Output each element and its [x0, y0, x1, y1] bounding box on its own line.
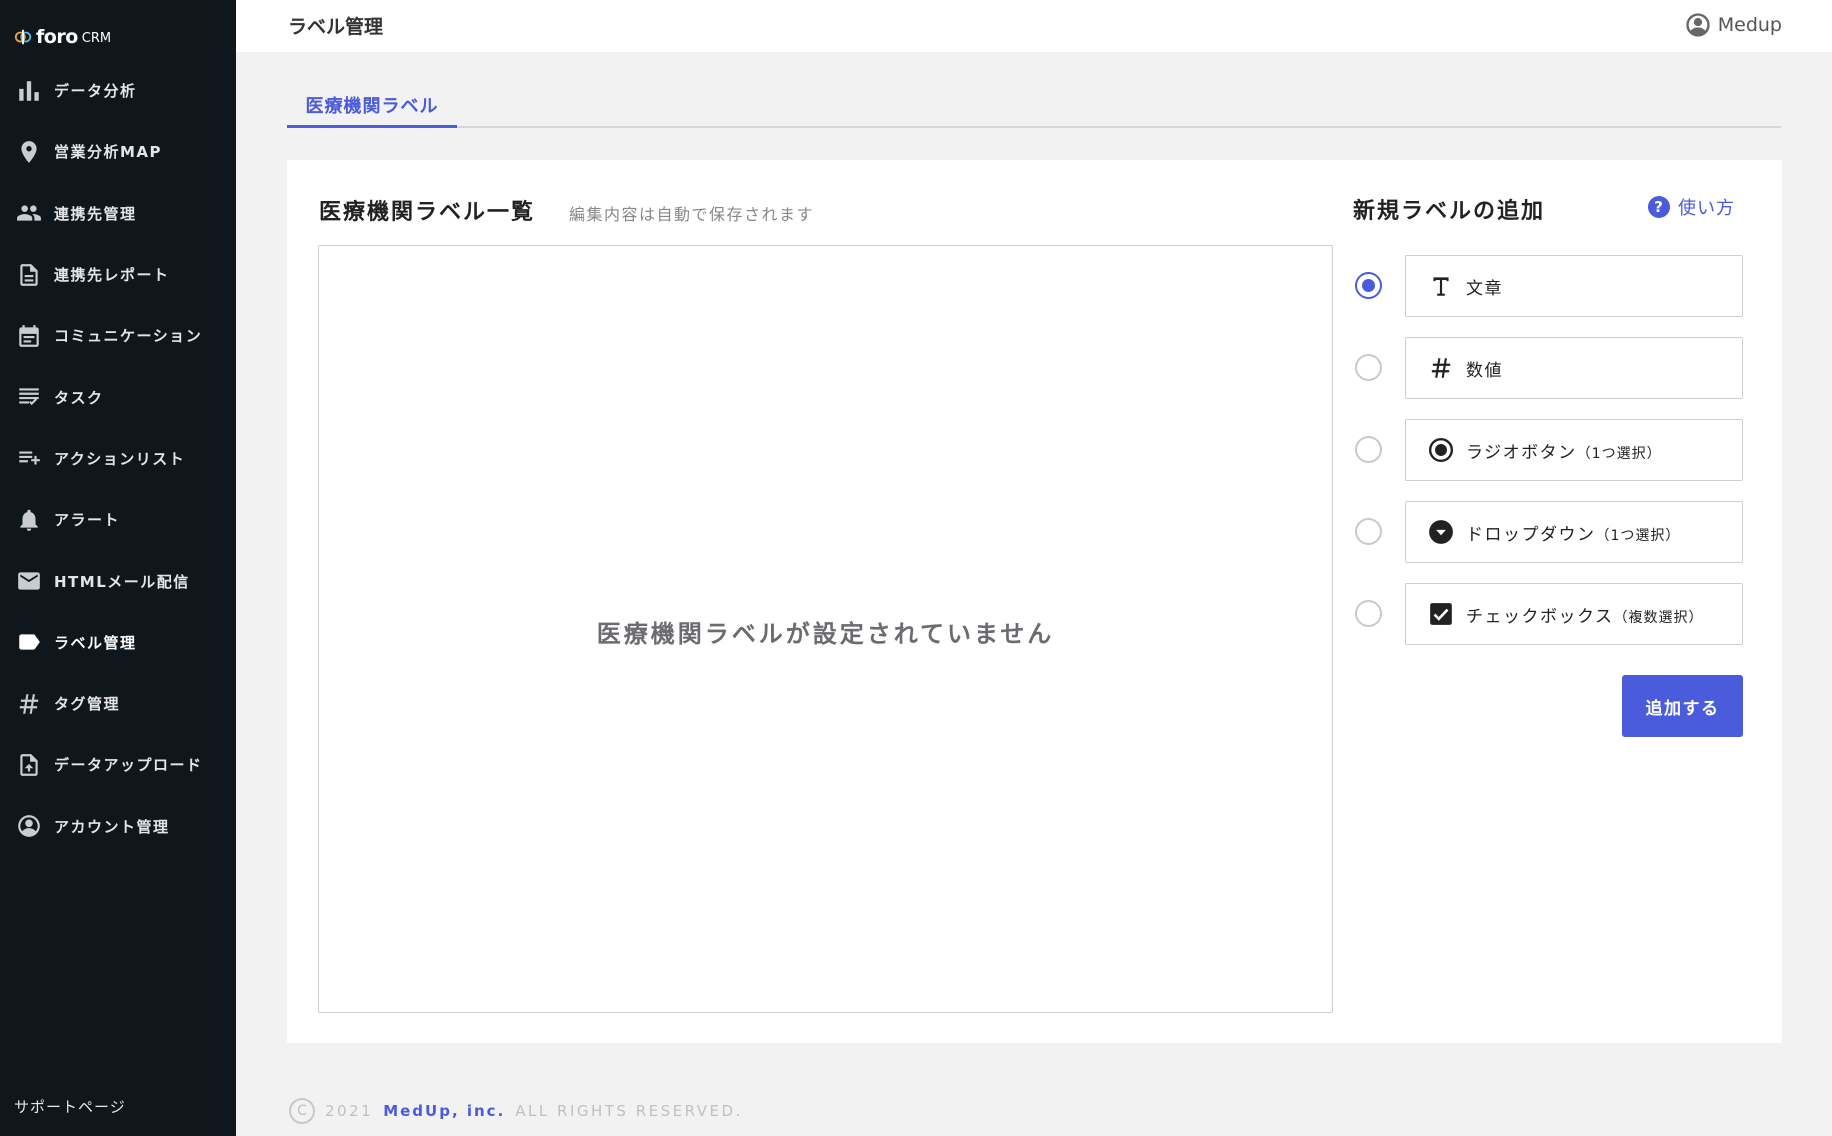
- calendar-icon: [16, 323, 42, 349]
- option-name: ラジオボタン: [1466, 442, 1577, 463]
- sidebar-nav: データ分析 営業分析MAP 連携先管理 連携先レポート コミュニケーション タス…: [0, 60, 236, 857]
- account-circle-icon: [1686, 13, 1710, 37]
- mail-icon: [16, 568, 42, 594]
- sidebar-item-html-mail[interactable]: HTMLメール配信: [0, 550, 236, 611]
- sidebar-item-data-analysis[interactable]: データ分析: [0, 60, 236, 121]
- sidebar-item-tag-management[interactable]: タグ管理: [0, 673, 236, 734]
- rights-text: ALL RIGHTS RESERVED.: [515, 1102, 743, 1120]
- sidebar-item-label: アカウント管理: [54, 817, 170, 836]
- label-type-number-label: 数値: [1466, 360, 1503, 381]
- sidebar-item-account[interactable]: アカウント管理: [0, 796, 236, 857]
- label-card: 医療機関ラベル一覧 編集内容は自動で保存されます 医療機関ラベルが設定されていま…: [287, 160, 1782, 1043]
- sidebar-item-label: 連携先レポート: [54, 266, 170, 285]
- label-type-radio-card[interactable]: ラジオボタン（1つ選択）: [1405, 419, 1743, 481]
- autosave-note: 編集内容は自動で保存されます: [569, 205, 815, 224]
- playlist-add-icon: [16, 445, 42, 471]
- sidebar-item-label: 営業分析MAP: [54, 143, 163, 162]
- label-type-option-checkbox: チェックボックス（複数選択）: [1353, 583, 1743, 645]
- label-list-title: 医療機関ラベル一覧: [319, 200, 536, 225]
- copyright-icon: C: [289, 1098, 315, 1124]
- upload-file-icon: [16, 752, 42, 778]
- sidebar-item-label: ラベル管理: [54, 633, 137, 652]
- support-page-link[interactable]: サポートページ: [14, 1096, 126, 1117]
- add-label-title: 新規ラベルの追加: [1353, 199, 1546, 224]
- logo-mark-icon: [14, 29, 32, 45]
- sidebar: foro CRM データ分析 営業分析MAP 連携先管理 連携先レポート コミュ…: [0, 0, 236, 1136]
- how-to-link[interactable]: ? 使い方: [1648, 194, 1735, 220]
- dropdown-icon: [1428, 519, 1454, 545]
- radio-radio-button[interactable]: [1355, 436, 1382, 463]
- label-type-number-card[interactable]: 数値: [1405, 337, 1743, 399]
- option-note: （1つ選択）: [1576, 445, 1662, 462]
- radio-icon: [1428, 437, 1454, 463]
- sidebar-item-partner-report[interactable]: 連携先レポート: [0, 244, 236, 305]
- sidebar-item-label: HTMLメール配信: [54, 572, 190, 591]
- label-type-text-card[interactable]: 文章: [1405, 255, 1743, 317]
- checkbox-icon: [1428, 601, 1454, 627]
- add-label-button[interactable]: 追加する: [1622, 675, 1743, 737]
- sidebar-item-label: コミュニケーション: [54, 327, 203, 346]
- hash-icon: [1428, 355, 1454, 381]
- radio-dropdown[interactable]: [1355, 518, 1382, 545]
- footer: C 2021 MedUp, inc. ALL RIGHTS RESERVED.: [289, 1098, 743, 1124]
- brand-name: foro: [36, 26, 78, 48]
- sidebar-item-label: 連携先管理: [54, 204, 137, 223]
- label-type-option-text: 文章: [1353, 255, 1743, 317]
- copyright-year: 2021: [325, 1102, 374, 1120]
- label-type-checkbox-card[interactable]: チェックボックス（複数選択）: [1405, 583, 1743, 645]
- label-type-dropdown-label: ドロップダウン（1つ選択）: [1466, 520, 1680, 545]
- sidebar-item-label: タスク: [54, 388, 104, 407]
- brand-suffix: CRM: [81, 31, 112, 46]
- option-note: （1つ選択）: [1595, 527, 1681, 544]
- people-icon: [16, 200, 42, 226]
- help-icon: ?: [1648, 196, 1670, 218]
- label-icon: [16, 629, 42, 655]
- tab-medical-institution-labels[interactable]: 医療機関ラベル: [287, 84, 457, 128]
- option-name: ドロップダウン: [1466, 524, 1596, 545]
- sidebar-item-tasks[interactable]: タスク: [0, 366, 236, 427]
- sidebar-item-label: アラート: [54, 511, 121, 530]
- radio-checkbox[interactable]: [1355, 600, 1382, 627]
- label-type-option-number: 数値: [1353, 337, 1743, 399]
- label-type-radio-label: ラジオボタン（1つ選択）: [1466, 438, 1662, 463]
- radio-number[interactable]: [1355, 354, 1382, 381]
- option-note: （複数選択）: [1613, 609, 1704, 626]
- company-link[interactable]: MedUp, inc.: [383, 1102, 505, 1120]
- document-icon: [16, 262, 42, 288]
- user-menu[interactable]: Medup: [1684, 11, 1782, 39]
- sidebar-item-data-upload[interactable]: データアップロード: [0, 734, 236, 795]
- sidebar-item-label: データ分析: [54, 82, 137, 101]
- task-list-icon: [16, 384, 42, 410]
- sidebar-item-action-list[interactable]: アクションリスト: [0, 428, 236, 489]
- option-name: チェックボックス: [1466, 606, 1614, 627]
- top-header: ラベル管理 Medup: [236, 0, 1832, 52]
- map-pin-icon: [16, 139, 42, 165]
- how-to-label: 使い方: [1678, 198, 1735, 219]
- hash-icon: [16, 691, 42, 717]
- page-title: ラベル管理: [288, 16, 384, 38]
- label-type-text-label: 文章: [1466, 278, 1503, 299]
- sidebar-item-partners[interactable]: 連携先管理: [0, 183, 236, 244]
- radio-text[interactable]: [1355, 272, 1382, 299]
- sidebar-item-label-management[interactable]: ラベル管理: [0, 612, 236, 673]
- tab-bar: 医療機関ラベル: [287, 84, 1781, 128]
- sidebar-item-label: タグ管理: [54, 695, 121, 714]
- account-circle-icon: [16, 813, 42, 839]
- sidebar-item-alerts[interactable]: アラート: [0, 489, 236, 550]
- label-list-panel: 医療機関ラベルが設定されていません: [318, 245, 1333, 1013]
- bar-chart-icon: [16, 78, 42, 104]
- bell-icon: [16, 507, 42, 533]
- sidebar-item-label: データアップロード: [54, 756, 203, 775]
- user-name: Medup: [1717, 14, 1782, 36]
- empty-state-message: 医療機関ラベルが設定されていません: [596, 620, 1055, 648]
- sidebar-item-communication[interactable]: コミュニケーション: [0, 305, 236, 366]
- sidebar-item-label: アクションリスト: [54, 449, 186, 468]
- sidebar-item-sales-map[interactable]: 営業分析MAP: [0, 121, 236, 182]
- label-type-dropdown-card[interactable]: ドロップダウン（1つ選択）: [1405, 501, 1743, 563]
- text-icon: [1428, 273, 1454, 299]
- label-type-checkbox-label: チェックボックス（複数選択）: [1466, 602, 1704, 627]
- brand-logo[interactable]: foro CRM: [14, 24, 111, 50]
- label-type-option-radio: ラジオボタン（1つ選択）: [1353, 419, 1743, 481]
- label-type-option-dropdown: ドロップダウン（1つ選択）: [1353, 501, 1743, 563]
